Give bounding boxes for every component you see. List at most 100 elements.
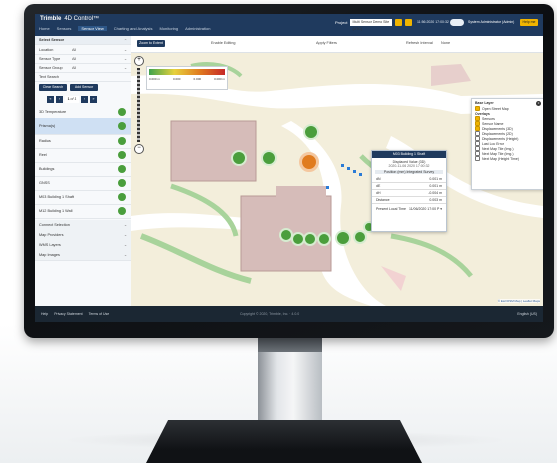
popup-metric: Position (mm) Integrated Survey — [375, 170, 443, 174]
nav-sensors[interactable]: Sensors — [57, 26, 72, 31]
prism-point[interactable] — [341, 164, 344, 167]
layer-control: Base Layer × Open Street Map Overlays Se… — [471, 98, 543, 190]
nav-monitoring[interactable]: Monitoring — [159, 26, 178, 31]
chevron-down-icon: ⌄ — [123, 223, 127, 227]
project-selector: Project Multi Sensor Demo Site (UTC) — [335, 19, 413, 31]
popup-row: Distance 0.003 m — [372, 197, 446, 204]
legend-value: 0.000 — [193, 77, 202, 81]
sensor-marker-alert[interactable] — [299, 152, 319, 172]
zoom-out-icon[interactable]: − — [134, 144, 144, 154]
map-toolbar: Zoom to Extent Enable Editing Apply Filt… — [131, 36, 543, 53]
sensor-marker[interactable] — [261, 150, 277, 166]
page-prev-icon[interactable]: ‹ — [56, 96, 63, 103]
app-logo: Trimble 4D Control™ — [40, 16, 100, 22]
footer-copyright: Copyright © 2020, Trimble, Inc. · 4.0.0 — [240, 312, 300, 316]
chevron-down-icon: ⌄ — [123, 57, 127, 61]
legend-value: 0.000 — [172, 77, 181, 81]
zoom-control: + − — [134, 56, 144, 154]
project-dropdown[interactable]: Multi Sensor Demo Site (UTC) — [350, 19, 393, 31]
sensor-list-item[interactable]: Buildings — [35, 162, 131, 177]
page-last-icon[interactable]: » — [90, 96, 97, 103]
sensor-list-item[interactable]: GNSS — [35, 176, 131, 191]
chevron-up-icon[interactable]: ⌃ — [124, 38, 127, 43]
status-icon — [118, 122, 126, 130]
text-search-field[interactable]: Text Search — [35, 72, 131, 82]
prism-point[interactable] — [326, 186, 329, 189]
sensor-marker[interactable] — [231, 150, 247, 166]
nav-charting[interactable]: Charting and Analysis — [114, 26, 153, 31]
legend-gradient — [149, 69, 225, 75]
sensor-list-item-selected[interactable]: Prisma(s) — [35, 118, 131, 135]
prism-point[interactable] — [353, 170, 356, 173]
page-current[interactable]: 1 of 1 — [65, 96, 79, 103]
refresh-interval-select[interactable]: None — [441, 41, 450, 45]
popup-footer: Present Local Time 11/06/2020 17:00 P ▾ — [376, 207, 442, 211]
sensor-marker[interactable] — [303, 124, 319, 140]
chevron-down-icon: ⌄ — [123, 66, 127, 70]
time-select[interactable]: 11/06/2020 17:00 P ▾ — [409, 207, 442, 211]
map-view[interactable]: Zoom to Extent Enable Editing Apply Filt… — [131, 36, 543, 306]
sensor-marker[interactable] — [335, 230, 351, 246]
alarm-icon[interactable] — [405, 19, 413, 26]
sensor-pager: « ‹ 1 of 1 › » — [47, 96, 97, 103]
zoom-slider[interactable] — [136, 68, 140, 142]
apply-filters-toggle[interactable]: Apply Filters — [316, 41, 337, 45]
enable-editing-toggle[interactable]: Enable Editing — [211, 41, 236, 45]
nav-home[interactable]: Home — [39, 26, 50, 31]
main-nav: Home Sensors Sensor View Charting and An… — [39, 26, 210, 31]
popup-timestamp: 2020-11-06 2020 17:00:32 — [388, 164, 430, 168]
chevron-down-icon: ⌄ — [123, 243, 127, 247]
monitor-bezel: Trimble 4D Control™ Home Sensors Sensor V… — [24, 4, 554, 338]
layer-item[interactable]: Next Map (Height Time) — [475, 156, 541, 161]
zoom-to-extent-button[interactable]: Zoom to Extent — [137, 40, 165, 47]
nav-sensor-view[interactable]: Sensor View — [78, 26, 107, 31]
monitor-stand-neck — [258, 338, 322, 424]
project-label: Project — [335, 20, 348, 25]
monitor-screen: Trimble 4D Control™ Home Sensors Sensor V… — [35, 14, 543, 322]
popup-row: dE 0.001 m — [372, 183, 446, 190]
legend-value: 0.000 m — [214, 77, 225, 81]
page-next-icon[interactable]: › — [81, 96, 88, 103]
status-icon — [118, 108, 126, 116]
sensor-sidebar: Select Sensor ⌃ Location All ⌄ Sensor Ty… — [35, 36, 132, 306]
popup-row: dH -0.004 m — [372, 190, 446, 197]
user-menu[interactable]: System Administrator (Admin) — [468, 20, 514, 24]
map-attribution[interactable]: © Esri/OSM Map | Leaflet Maps — [497, 299, 540, 303]
prism-point[interactable] — [359, 173, 362, 176]
section-map-images[interactable]: Map Images ⌄ — [35, 250, 131, 261]
chevron-down-icon: ⌄ — [123, 233, 127, 237]
sidebar-title: Select Sensor — [39, 38, 65, 42]
footer-help-link[interactable]: Help — [41, 312, 48, 316]
prism-point[interactable] — [347, 167, 350, 170]
language-selector[interactable]: English (US) — [517, 312, 537, 316]
status-icon — [118, 193, 126, 201]
footer-privacy-link[interactable]: Privacy Statement — [54, 312, 82, 316]
chevron-down-icon: ⌄ — [123, 253, 127, 257]
sensor-marker[interactable] — [303, 232, 317, 246]
clear-search-button[interactable]: Clear Search — [39, 84, 67, 91]
sensor-list-item[interactable]: M12 Building 1 Wall — [35, 204, 131, 219]
legend-value: 0.000 m — [149, 77, 160, 81]
sensor-popup: M03 Building 1 Shaft Displaced Value (3D… — [371, 150, 447, 232]
sensor-list-item[interactable]: Radius — [35, 134, 131, 149]
app-footer: Help Privacy Statement Terms of Use Copy… — [35, 306, 543, 322]
nav-administration[interactable]: Administration — [185, 26, 210, 31]
add-sensor-button[interactable]: Add Sensor — [70, 84, 98, 91]
theme-toggle[interactable] — [450, 19, 464, 26]
sidebar-title-row: Select Sensor ⌃ — [35, 36, 131, 45]
close-icon[interactable]: × — [536, 101, 541, 106]
status-icon — [118, 151, 126, 159]
zoom-in-icon[interactable]: + — [134, 56, 144, 66]
sensor-list-item[interactable]: Reel — [35, 148, 131, 163]
help-button[interactable]: Help me — [520, 19, 538, 26]
notification-icon[interactable] — [395, 19, 403, 26]
legend: 0.000 m 0.000 0.000 0.000 m — [146, 66, 228, 90]
chevron-down-icon: ⌄ — [123, 48, 127, 52]
sensor-marker[interactable] — [317, 232, 331, 246]
sensor-list-item[interactable]: M03 Building 1 Shaft — [35, 190, 131, 205]
status-icon — [118, 137, 126, 145]
page-first-icon[interactable]: « — [47, 96, 54, 103]
layer-item[interactable]: Open Street Map — [475, 106, 541, 111]
clock: 11:56:2020 17:00:32 — [417, 20, 449, 24]
footer-terms-link[interactable]: Terms of Use — [89, 312, 110, 316]
